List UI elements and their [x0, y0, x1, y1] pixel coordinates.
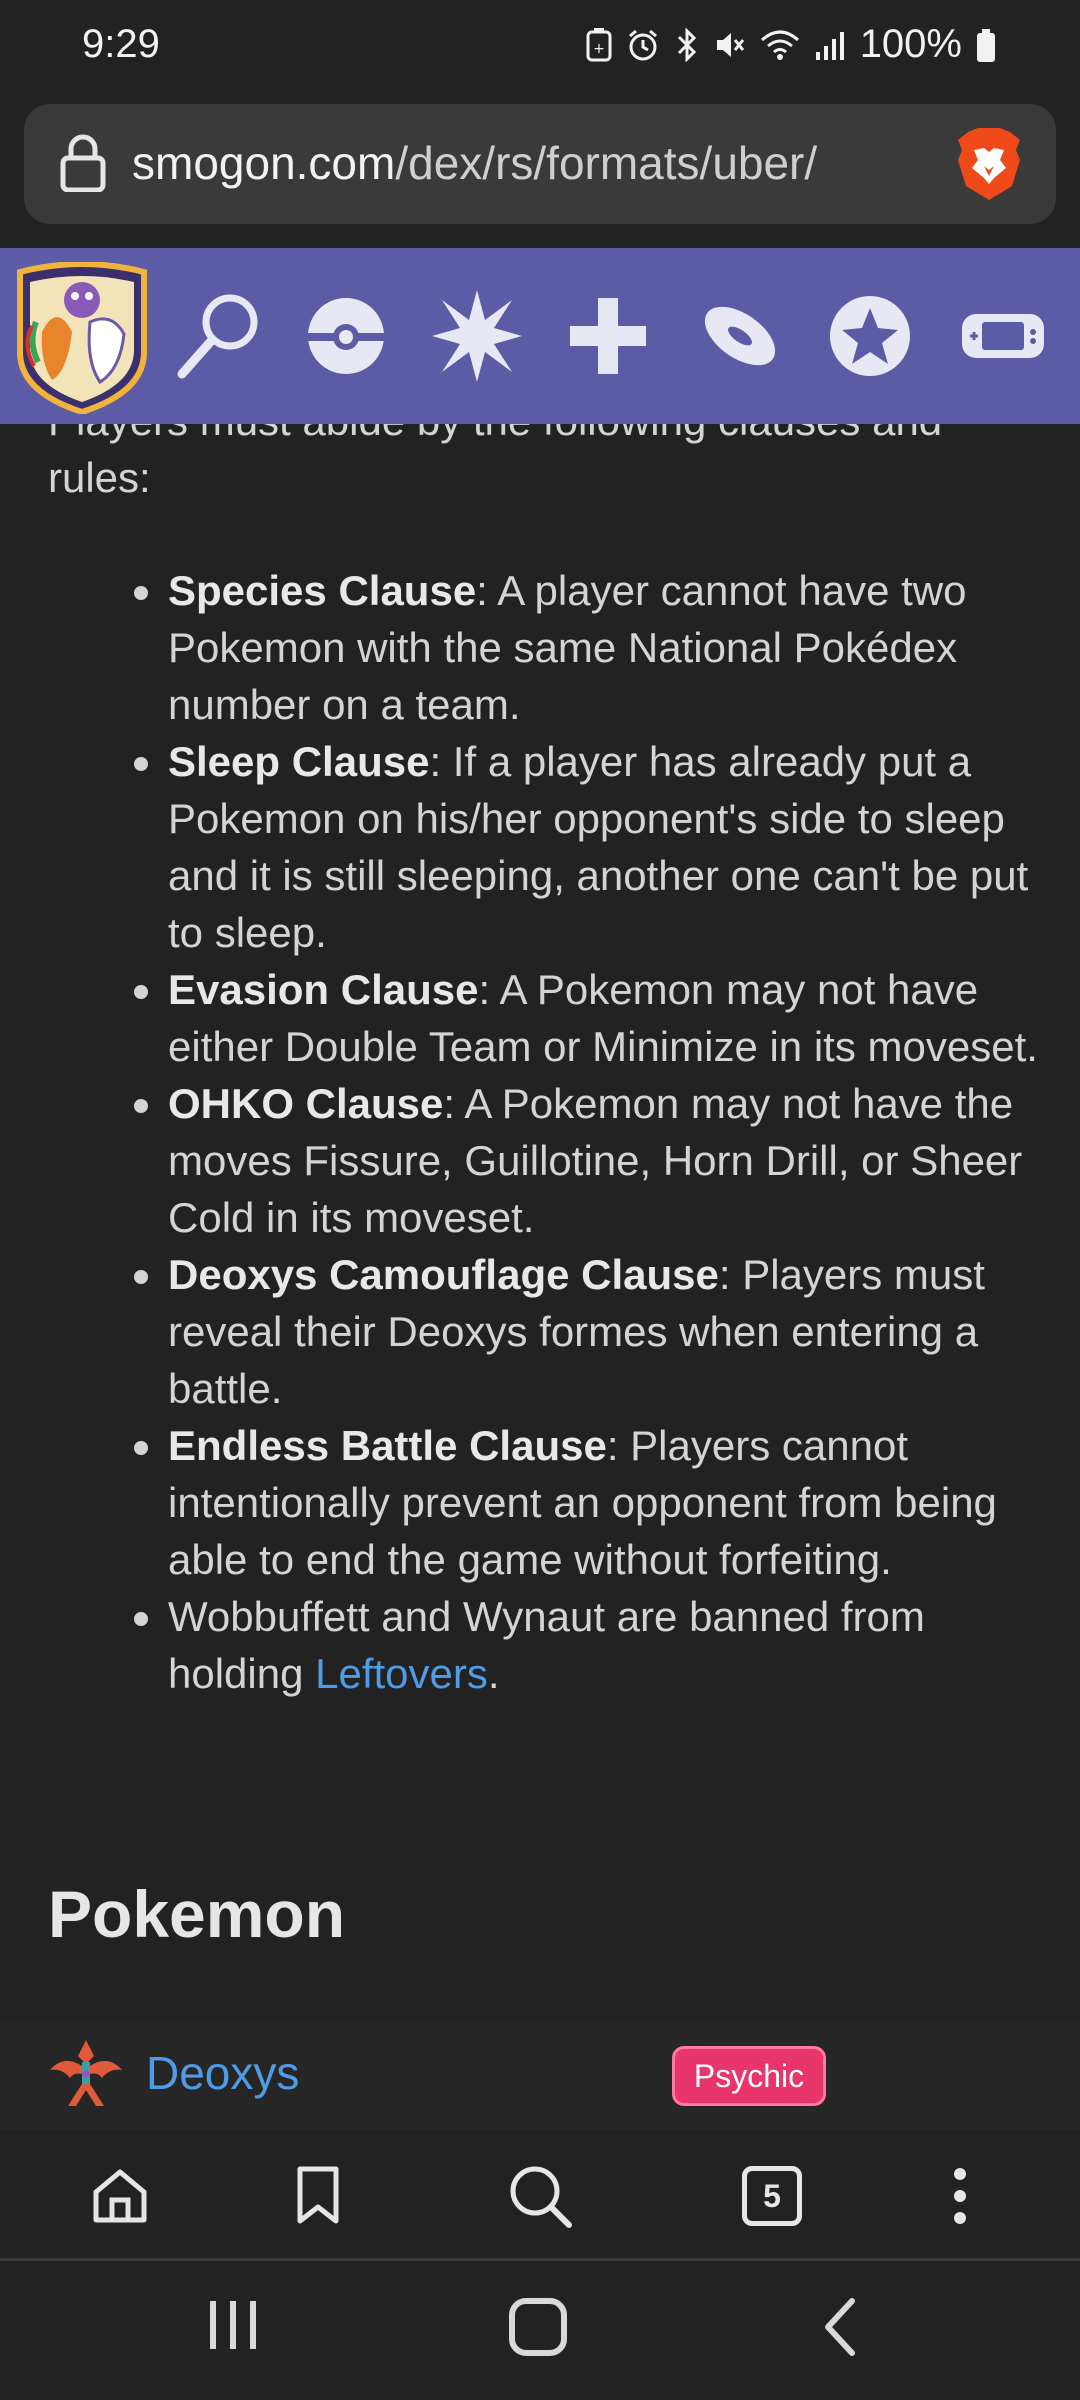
clause-item: Sleep Clause: If a player has already pu…	[100, 733, 1040, 961]
pokemon-name-link[interactable]: Deoxys	[146, 2046, 299, 2100]
smogon-logo[interactable]	[12, 262, 152, 414]
lock-icon[interactable]	[58, 134, 108, 192]
bookmarks-button[interactable]	[278, 2156, 358, 2236]
search-button[interactable]	[500, 2156, 580, 2236]
clause-item: Endless Battle Clause: Players cannot in…	[100, 1417, 1040, 1588]
clause-list: Species Clause: A player cannot have two…	[100, 562, 1040, 1702]
section-heading-pokemon: Pokemon	[48, 1877, 346, 1951]
item-plus-icon[interactable]	[568, 288, 648, 384]
mute-icon	[716, 32, 744, 57]
battery-saver-icon: +	[586, 27, 612, 61]
clause-name: OHKO Clause	[168, 1080, 444, 1127]
system-nav-bar	[0, 2261, 1080, 2400]
clause-end: .	[487, 1650, 500, 1697]
home-icon	[93, 2169, 147, 2223]
clause-name: Deoxys Camouflage Clause	[168, 1251, 719, 1298]
url-path: /dex/rs/formats/uber/	[395, 137, 818, 189]
back-icon[interactable]	[822, 2297, 858, 2357]
page-content: Players must abide by the following clau…	[0, 424, 1080, 2020]
gameboy-advance-icon[interactable]	[960, 288, 1046, 384]
move-burst-icon[interactable]	[432, 288, 522, 384]
status-icons: + 100%	[586, 22, 996, 67]
battery-percentage: 100%	[859, 22, 962, 66]
svg-text:+: +	[593, 41, 605, 57]
wifi-icon	[760, 30, 799, 60]
bookmark-icon	[297, 2166, 339, 2224]
alarm-icon	[628, 29, 657, 60]
status-bar: 9:29 + 100%	[0, 0, 1080, 100]
signal-icon	[815, 31, 844, 60]
more-vertical-icon	[954, 2168, 966, 2224]
tabs-button[interactable]: 5	[732, 2156, 812, 2236]
clause-name: Species Clause	[168, 567, 477, 614]
clause-item: OHKO Clause: A Pokemon may not have the …	[100, 1075, 1040, 1246]
url-domain: smogon.com	[132, 137, 396, 189]
brave-shield-icon[interactable]	[954, 126, 1024, 202]
menu-button[interactable]	[920, 2156, 1000, 2236]
clause-item-leftovers: Wobbuffett and Wynaut are banned from ho…	[100, 1588, 1040, 1702]
tab-count: 5	[742, 2166, 802, 2226]
leftovers-link[interactable]: Leftovers	[315, 1650, 488, 1697]
clause-name: Sleep Clause	[168, 738, 430, 785]
recent-apps-icon[interactable]	[206, 2297, 260, 2353]
home-button[interactable]	[80, 2156, 160, 2236]
status-time: 9:29	[82, 22, 160, 66]
deoxys-sprite	[50, 2040, 122, 2106]
site-nav	[0, 248, 1080, 424]
rules-intro: Players must abide by the following clau…	[48, 424, 942, 501]
url-text[interactable]: smogon.com/dex/rs/formats/uber/	[132, 136, 817, 190]
clause-name: Evasion Clause	[168, 966, 479, 1013]
address-bar[interactable]: smogon.com/dex/rs/formats/uber/	[24, 104, 1056, 224]
clause-name: Endless Battle Clause	[168, 1422, 607, 1469]
search-icon	[510, 2166, 572, 2228]
home-nav-icon[interactable]	[508, 2297, 568, 2357]
ability-disc-icon[interactable]	[700, 288, 780, 384]
pokeball-icon[interactable]	[304, 288, 388, 384]
clause-item: Deoxys Camouflage Clause: Players must r…	[100, 1246, 1040, 1417]
nature-star-icon[interactable]	[828, 288, 912, 384]
bluetooth-icon	[677, 27, 696, 62]
clause-item: Species Clause: A player cannot have two…	[100, 562, 1040, 733]
battery-icon	[977, 28, 995, 62]
type-badge-psychic[interactable]: Psychic	[672, 2046, 826, 2106]
pokemon-row[interactable]: Deoxys Psychic	[0, 2020, 1080, 2130]
clause-text: Wobbuffett and Wynaut are banned from ho…	[168, 1593, 925, 1697]
browser-toolbar: 5	[0, 2130, 1080, 2258]
search-icon[interactable]	[174, 288, 264, 384]
clause-item: Evasion Clause: A Pokemon may not have e…	[100, 961, 1040, 1075]
